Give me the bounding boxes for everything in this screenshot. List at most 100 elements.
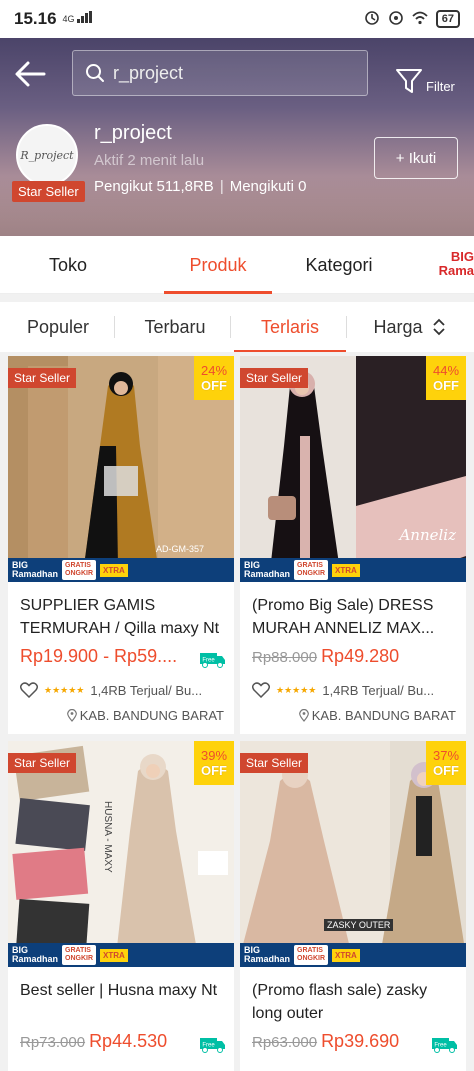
promo-strip: BIG Ramadhan GRATIS ONGKIR XTRA (240, 558, 466, 582)
free-shipping-icon: Free (200, 1038, 225, 1053)
wifi-icon (412, 11, 428, 28)
strip-big: BIG Ramadhan (12, 945, 59, 964)
shop-follow-stats: Pengikut 511,8RB | Mengikuti 0 (94, 178, 306, 195)
shop-location: KAB. BANDUNG BARAT (311, 708, 456, 723)
product-image[interactable]: Star Seller 24% OFF AD-GM-357 BIG Ramadha… (8, 356, 234, 582)
sort-divider (230, 316, 231, 338)
star-seller-badge: Star Seller (8, 368, 77, 388)
promo-strip: BIG Ramadhan GRATIS ONGKIR XTRA (240, 943, 466, 967)
location-row: KAB. BANDUNG BARAT (298, 708, 456, 723)
product-card[interactable]: Star Seller 24% OFF AD-GM-357 BIG Ramadha… (8, 356, 234, 734)
product-image[interactable]: Star Seller 39% OFF HUSNA - MAXY BIG Rama… (8, 741, 234, 967)
tab-produk[interactable]: Produk (164, 236, 272, 294)
star-seller-badge: Star Seller (8, 753, 77, 773)
star-seller-badge: Star Seller (12, 181, 85, 202)
tab-kategori[interactable]: Kategori (290, 236, 388, 294)
strip-xtra: XTRA (332, 563, 360, 577)
strip-xtra: XTRA (100, 948, 128, 962)
rating-sold-row: ★★★★★ 1,4RB Terjual/ Bu... (252, 682, 462, 698)
sort-terlaris[interactable]: Terlaris (234, 302, 346, 352)
discount-off: OFF (201, 378, 227, 393)
sort-bar: Populer Terbaru Terlaris Harga (0, 302, 474, 352)
data-saver-icon (388, 10, 404, 29)
price-row: Rp19.900 - Rp59.... (20, 646, 230, 667)
product-image[interactable]: Star Seller 37% OFF ZASKY OUTER BIG Ramad… (240, 741, 466, 967)
free-shipping-icon: Free (200, 653, 225, 668)
network-indicator: 4G (62, 14, 75, 24)
strip-xtra: XTRA (100, 563, 128, 577)
discount-badge: 44% OFF (426, 356, 466, 400)
sold-count: 1,4RB Terjual/ Bu... (322, 682, 435, 698)
strip-gratis-ongkir: GRATIS ONGKIR (62, 560, 97, 580)
product-card[interactable]: Star Seller 39% OFF HUSNA - MAXY BIG Rama… (8, 741, 234, 1071)
filter-label: Filter (426, 79, 455, 94)
alarm-icon (364, 10, 380, 29)
followers-count: Pengikut 511,8RB (94, 178, 214, 195)
strip-big: BIG Ramadhan (244, 945, 291, 964)
shop-active-status: Aktif 2 menit lalu (94, 152, 205, 169)
battery-indicator: 67 (435, 10, 460, 28)
product-price: Rp44.530 (89, 1031, 168, 1051)
discount-badge: 24% OFF (194, 356, 234, 400)
search-box[interactable] (72, 50, 368, 96)
product-image[interactable]: Star Seller 44% OFF Anneliz BIG Ramadhan … (240, 356, 466, 582)
strip-gratis-ongkir: GRATIS ONGKIR (62, 945, 97, 965)
heart-icon[interactable] (252, 682, 270, 698)
promo-strip: BIG Ramadhan GRATIS ONGKIR XTRA (8, 558, 234, 582)
heart-icon[interactable] (20, 682, 38, 698)
filter-button[interactable]: Filter (394, 56, 464, 96)
filter-icon (396, 69, 422, 93)
strip-big: BIG Ramadhan (12, 560, 59, 579)
sort-populer[interactable]: Populer (14, 302, 102, 352)
discount-badge: 37% OFF (426, 741, 466, 785)
product-price-original: Rp63.000 (252, 1034, 318, 1051)
location-row: KAB. BANDUNG BARAT (66, 708, 224, 723)
product-price: Rp19.900 - Rp59.... (20, 646, 178, 666)
product-price: Rp39.690 (321, 1031, 400, 1051)
sort-terbaru[interactable]: Terbaru (132, 302, 218, 352)
shop-avatar[interactable]: R_project (16, 124, 78, 186)
big-ramadhan-tab-logo[interactable]: BIG Rama (436, 244, 474, 288)
shop-name: r_project (94, 122, 172, 144)
rating-sold-row: ★★★★★ 1,4RB Terjual/ Bu... (20, 682, 230, 698)
promo-strip: BIG Ramadhan GRATIS ONGKIR XTRA (8, 943, 234, 967)
strip-big: BIG Ramadhan (244, 560, 291, 579)
discount-percent: 37% (432, 748, 460, 763)
strip-xtra: XTRA (332, 948, 360, 962)
sort-harga-label: Harga (373, 316, 423, 337)
shop-logo-text: R_project (20, 148, 74, 162)
product-title[interactable]: (Promo Big Sale) DRESS MURAH ANNELIZ MAX… (252, 594, 458, 640)
rating-stars-icon: ★★★★★ (44, 684, 85, 695)
search-input[interactable] (113, 62, 343, 84)
tab-toko[interactable]: Toko (20, 236, 116, 294)
product-card[interactable]: Star Seller 44% OFF Anneliz BIG Ramadhan … (240, 356, 466, 734)
discount-off: OFF (433, 378, 459, 393)
sort-harga[interactable]: Harga (360, 302, 460, 352)
stats-divider: | (219, 178, 224, 195)
product-price-original: Rp73.000 (20, 1034, 86, 1051)
follow-button[interactable]: + Ikuti (374, 137, 458, 179)
shop-location: KAB. BANDUNG BARAT (79, 708, 224, 723)
product-price-original: Rp88.000 (252, 649, 318, 666)
product-title[interactable]: (Promo flash sale) zasky long outer (252, 979, 458, 1025)
star-seller-badge: Star Seller (240, 753, 309, 773)
price-row: Rp88.000 Rp49.280 (252, 646, 462, 667)
discount-percent: 44% (432, 363, 460, 378)
free-shipping-icon: Free (432, 1038, 457, 1053)
image-caption: Anneliz (399, 526, 456, 544)
discount-off: OFF (201, 763, 227, 778)
product-title[interactable]: Best seller | Husna maxy Nt (20, 979, 226, 1025)
product-card[interactable]: Star Seller 37% OFF ZASKY OUTER BIG Ramad… (240, 741, 466, 1071)
search-icon (86, 64, 104, 82)
image-caption: AD-GM-357 (156, 544, 205, 554)
shop-tabs: Toko Produk Kategori BIG Rama (0, 236, 474, 294)
discount-badge: 39% OFF (194, 741, 234, 785)
discount-off: OFF (433, 763, 459, 778)
product-title[interactable]: SUPPLIER GAMIS TERMURAH / Qilla maxy Nt (20, 594, 226, 640)
product-price: Rp49.280 (321, 646, 400, 666)
rating-stars-icon: ★★★★★ (276, 684, 317, 695)
status-time: 15.16 (14, 9, 57, 28)
location-pin-icon (66, 709, 77, 722)
back-button[interactable] (12, 56, 52, 96)
price-row: Rp63.000 Rp39.690 (252, 1031, 462, 1052)
